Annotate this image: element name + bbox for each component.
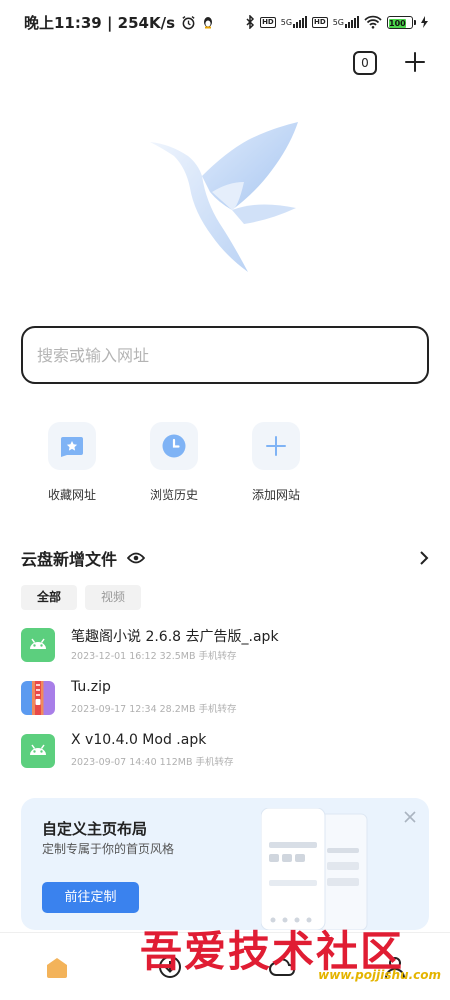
hd-badge: HD [312, 16, 328, 28]
quick-link-label: 浏览历史 [149, 488, 198, 502]
quick-link-label: 添加网站 [251, 488, 300, 502]
quick-link-history[interactable]: 浏览历史 [129, 422, 219, 503]
file-meta: 2023-12-01 16:12 32.5MB 手机转存 [71, 651, 237, 662]
file-meta: 2023-09-17 12:34 28.2MB 手机转存 [71, 704, 237, 715]
alarm-icon [182, 15, 195, 29]
charging-bolt-icon [421, 16, 428, 28]
quick-link-bookmarks[interactable]: 收藏网址 [27, 422, 117, 503]
bluetooth-icon [246, 15, 255, 29]
wifi-icon [364, 15, 382, 29]
eye-icon[interactable] [127, 552, 146, 564]
bookmark-star-icon [61, 437, 83, 457]
site-watermark: 吾爱技术社区 www.pojjishu.com [140, 918, 445, 988]
status-left: 晚上11:39 | 254K/s [24, 12, 214, 33]
network-label: 5G [332, 17, 344, 27]
filter-tab-all[interactable]: 全部 [21, 585, 78, 610]
quick-link-label: 收藏网址 [47, 488, 96, 502]
battery-icon: 100 [387, 15, 416, 29]
status-right: HD 5G HD 5G 100 [245, 15, 428, 29]
hd-badge: HD [260, 16, 276, 28]
network-label: 5G [280, 17, 293, 27]
zip-archive-icon [21, 681, 55, 715]
file-name: Tu.zip [71, 679, 111, 695]
file-meta: 2023-09-07 14:40 112MB 手机转存 [71, 757, 234, 768]
signal-icon [345, 16, 359, 28]
file-filter-tabs: 全部 视频 [21, 585, 142, 610]
status-time-speed: 晚上11:39 | 254K/s [24, 13, 176, 32]
file-name: X v10.4.0 Mod .apk [71, 732, 207, 748]
home-icon[interactable] [43, 953, 71, 981]
qq-penguin-icon [204, 16, 213, 28]
promo-subtitle: 定制专属于你的首页风格 [42, 842, 175, 856]
status-bar: 晚上11:39 | 254K/s HD 5G HD 5G 100 [0, 0, 450, 44]
watermark-url: www.pojjishu.com [318, 968, 441, 982]
customize-button[interactable]: 前往定制 [42, 882, 139, 913]
file-list-item[interactable]: 笔趣阁小说 2.6.8 去广告版_.apk 2023-12-01 16:12 3… [21, 626, 429, 666]
promo-title: 自定义主页布局 [42, 820, 148, 838]
layout-preview-illustration [261, 808, 368, 930]
cloud-files-header[interactable]: 云盘新增文件 [21, 546, 429, 570]
add-plus-icon [266, 436, 286, 456]
file-name: 笔趣阁小说 2.6.8 去广告版_.apk [71, 629, 279, 645]
browser-bird-logo [150, 122, 298, 272]
close-icon[interactable] [403, 810, 417, 824]
chevron-right-icon[interactable] [419, 551, 429, 565]
android-apk-icon [21, 628, 55, 662]
history-clock-icon [162, 434, 186, 458]
new-tab-plus-icon[interactable] [403, 50, 427, 74]
battery-level: 100 [389, 18, 406, 28]
file-list-item[interactable]: Tu.zip 2023-09-17 12:34 28.2MB 手机转存 [21, 679, 429, 719]
android-apk-icon [21, 734, 55, 768]
filter-tab-video[interactable]: 视频 [85, 585, 142, 610]
customize-layout-card: 自定义主页布局 定制专属于你的首页风格 前往定制 [21, 798, 429, 930]
search-input[interactable] [37, 345, 413, 365]
section-title: 云盘新增文件 [21, 550, 118, 569]
file-list-item[interactable]: X v10.4.0 Mod .apk 2023-09-07 14:40 112M… [21, 732, 429, 772]
tab-counter-button[interactable]: 0 [353, 51, 377, 75]
search-box[interactable] [21, 326, 429, 384]
signal-icon [293, 16, 308, 28]
quick-link-add-site[interactable]: 添加网站 [231, 422, 321, 503]
